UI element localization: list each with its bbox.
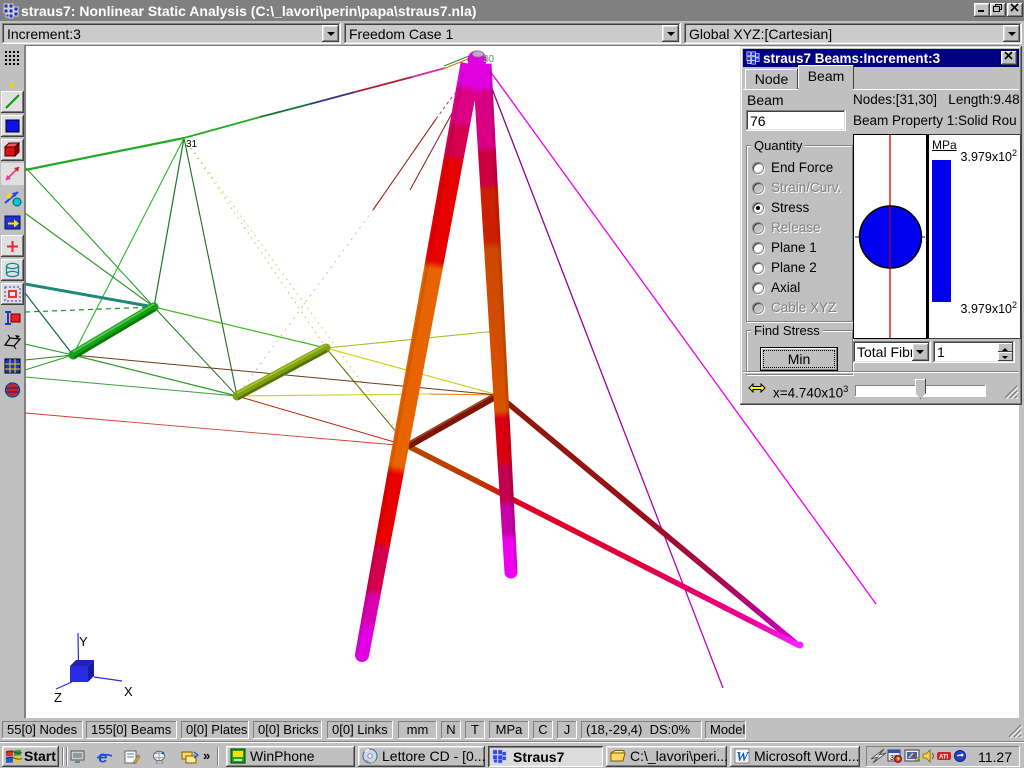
svg-text:Z: Z (54, 690, 62, 705)
svg-text:ATI: ATI (939, 755, 949, 761)
svg-text:X: X (124, 684, 133, 699)
svg-text:Y: Y (79, 634, 88, 649)
svg-text:W: W (736, 750, 750, 764)
svg-text:30: 30 (483, 54, 495, 65)
svg-text:31: 31 (186, 139, 198, 150)
